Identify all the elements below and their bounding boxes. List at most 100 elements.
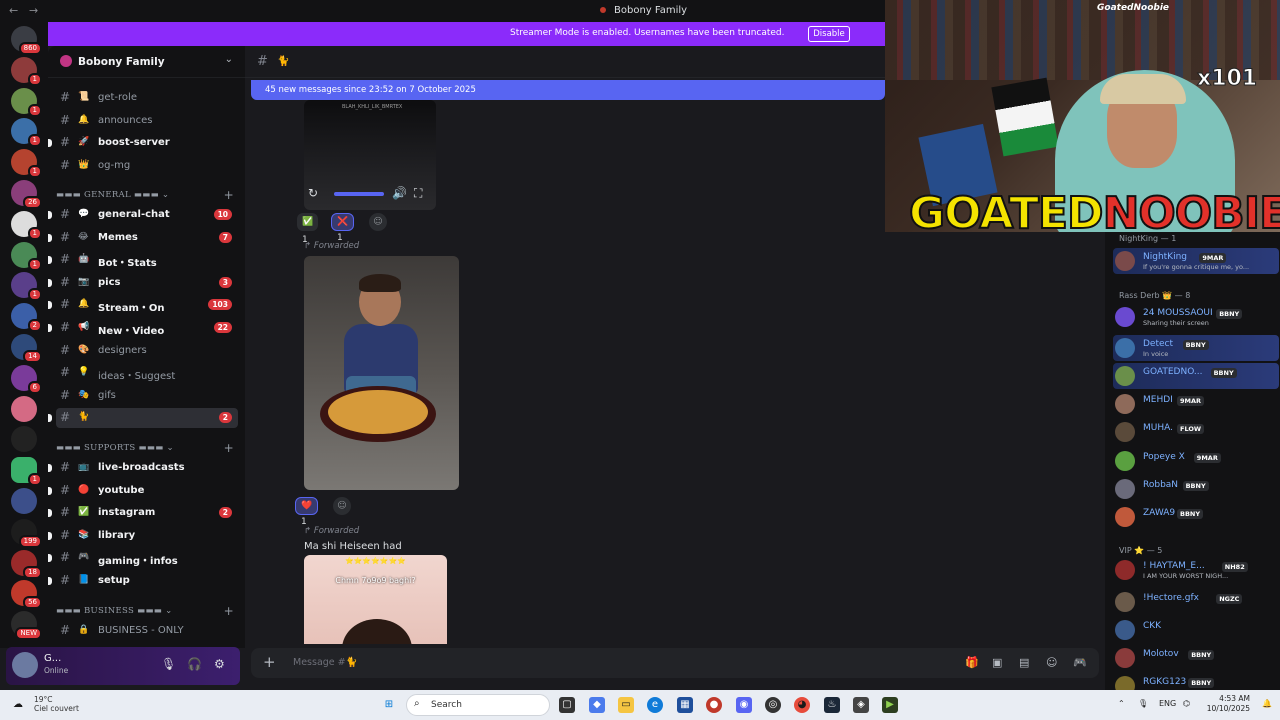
- channel-item[interactable]: # 😂 Memes 7: [48, 228, 238, 248]
- channel-item[interactable]: # 📘 setup: [48, 571, 238, 591]
- microphone-tray-icon[interactable]: 🎙: [1138, 699, 1148, 708]
- channel-item[interactable]: # 💬 general-chat 10: [48, 205, 238, 225]
- server-icon[interactable]: [11, 426, 37, 453]
- discord-icon[interactable]: ◉: [736, 697, 752, 713]
- member-item[interactable]: 24 MOUSSAOUI BBNY Sharing their screen: [1113, 304, 1279, 330]
- chrome-icon[interactable]: ◕: [794, 697, 810, 713]
- server-icon[interactable]: 860: [11, 26, 42, 55]
- message-composer[interactable]: + Message #🐈 🎁 ▣ ▤ ☺ 🎮: [251, 648, 1099, 678]
- taskbar-search[interactable]: ⌕ Search: [406, 694, 550, 716]
- channel-item[interactable]: # 🔔 announces: [56, 111, 238, 131]
- member-item[interactable]: ZAWA9 BBNY: [1113, 504, 1279, 530]
- add-channel-icon[interactable]: +: [224, 188, 234, 202]
- video-player[interactable]: BLAH_KHLI_LIK_BMRTEX ↻ 🔊 ⛶: [304, 100, 436, 210]
- channel-item[interactable]: # 📢 New・Video 22: [48, 318, 238, 338]
- channel-item[interactable]: # 💡 ideas・Suggest: [56, 363, 238, 383]
- task-view-icon[interactable]: ▢: [559, 697, 575, 713]
- app-icon[interactable]: ◈: [853, 697, 869, 713]
- apps-icon[interactable]: 🎮: [1073, 656, 1087, 669]
- member-item[interactable]: NightKing 9MAR If you're gonna critique me…: [1113, 248, 1279, 274]
- server-icon[interactable]: 1: [11, 457, 42, 487]
- category-header[interactable]: ▬▬▬ GENERAL ▬▬▬ ⌄ +: [56, 188, 238, 204]
- terminal-icon[interactable]: ▶: [882, 697, 898, 713]
- chevron-down-icon[interactable]: ⌄: [225, 54, 233, 65]
- steam-icon[interactable]: ♨: [824, 697, 840, 713]
- member-item[interactable]: Molotov BBNY: [1113, 645, 1279, 671]
- server-icon[interactable]: 56: [11, 580, 42, 610]
- channel-item[interactable]: # 📺 live-broadcasts: [48, 458, 238, 478]
- server-icon[interactable]: 1: [11, 87, 42, 117]
- replay-icon[interactable]: ↻: [308, 186, 318, 200]
- gear-icon[interactable]: ⚙: [214, 657, 225, 671]
- server-header[interactable]: Bobony Family ⌄: [48, 46, 245, 78]
- channel-item[interactable]: # 🔒 BUSINESS - ONLY: [56, 621, 238, 641]
- gift-icon[interactable]: 🎁: [965, 656, 979, 669]
- server-icon[interactable]: 1: [11, 149, 42, 179]
- add-reaction-icon[interactable]: ☺: [369, 213, 387, 231]
- store-icon[interactable]: ▦: [677, 697, 693, 713]
- reaction-check[interactable]: ✅ 1: [297, 213, 319, 245]
- tray-chevron-icon[interactable]: ⌃: [1118, 699, 1125, 708]
- member-item[interactable]: ! HAYTAM_E... NH82 I AM YOUR WORST NIGH...: [1113, 557, 1279, 583]
- server-icon[interactable]: 1: [11, 241, 42, 271]
- server-icon[interactable]: 26: [11, 180, 42, 209]
- add-reaction-icon[interactable]: ☺: [333, 497, 351, 515]
- channel-item[interactable]: # 🐈 2: [48, 408, 238, 429]
- channel-item[interactable]: # ✅ instagram 2: [48, 503, 238, 523]
- reaction-heart[interactable]: ❤️ 1: [295, 497, 319, 527]
- edge-icon[interactable]: e: [647, 697, 663, 713]
- server-icon[interactable]: 2: [11, 303, 42, 333]
- channel-item[interactable]: # 📷 pics 3: [48, 273, 238, 293]
- new-messages-bar[interactable]: 45 new messages since 23:52 on 7 October…: [251, 80, 885, 100]
- channel-item[interactable]: # 🚀 boost-server: [48, 133, 238, 153]
- message-input[interactable]: Message #🐈: [293, 657, 357, 668]
- server-icon[interactable]: 1: [11, 118, 42, 148]
- channel-item[interactable]: # 🤖 Bot・Stats: [48, 250, 238, 270]
- weather-icon[interactable]: ☁: [10, 697, 26, 713]
- headphones-icon[interactable]: 🎧: [187, 657, 202, 671]
- server-icon[interactable]: 1: [11, 210, 42, 240]
- server-icon[interactable]: [11, 395, 37, 422]
- copilot-icon[interactable]: ◆: [589, 697, 605, 713]
- member-item[interactable]: !Hectore.gfx NGZC: [1113, 589, 1279, 615]
- server-icon[interactable]: 199: [11, 518, 42, 548]
- server-icon[interactable]: 1: [11, 56, 42, 86]
- channel-item[interactable]: # 🔔 Stream・On 103: [48, 295, 238, 315]
- emoji-icon[interactable]: ☺: [1046, 656, 1057, 669]
- category-header[interactable]: ▬▬▬ BUSINESS ▬▬▬ ⌄ +: [56, 604, 238, 620]
- reaction-cross[interactable]: ❌ 1: [331, 213, 355, 243]
- member-item[interactable]: MEHDI 9MAR: [1113, 391, 1279, 417]
- server-icon[interactable]: NEW: [11, 611, 42, 641]
- forward-arrow-icon[interactable]: →: [29, 4, 38, 17]
- member-item[interactable]: Popeye X 9MAR: [1113, 448, 1279, 474]
- gif-icon[interactable]: ▣: [992, 656, 1002, 669]
- language-indicator[interactable]: ENG: [1159, 699, 1176, 708]
- sticker-icon[interactable]: ▤: [1019, 656, 1029, 669]
- volume-icon[interactable]: 🔊: [392, 186, 407, 200]
- channel-item[interactable]: # 📜 get-role: [56, 88, 238, 108]
- username[interactable]: G...: [44, 653, 61, 664]
- channel-item[interactable]: # 🎮 gaming・infos: [48, 548, 238, 568]
- member-item[interactable]: CKK: [1113, 617, 1279, 643]
- forwarded-image[interactable]: [304, 256, 459, 490]
- server-icon[interactable]: 14: [11, 334, 42, 363]
- fullscreen-icon[interactable]: ⛶: [414, 186, 422, 201]
- server-icon[interactable]: 18: [11, 549, 42, 579]
- weather-widget[interactable]: 19°C Ciel couvert: [34, 695, 79, 713]
- channel-item[interactable]: # 🎨 designers: [56, 341, 238, 361]
- notification-icon[interactable]: 🔔: [1262, 699, 1272, 708]
- back-arrow-icon[interactable]: ←: [9, 4, 18, 17]
- clock[interactable]: 4:53 AM 10/10/2025: [1198, 694, 1250, 714]
- channel-item[interactable]: # 👑 og-mg: [56, 156, 238, 176]
- member-item[interactable]: Detect BBNY In voice: [1113, 335, 1279, 361]
- microphone-icon[interactable]: 🎙: [161, 657, 176, 671]
- channel-item[interactable]: # 🔴 youtube: [48, 481, 238, 501]
- channel-item[interactable]: # 🎭 gifs: [56, 386, 238, 406]
- server-icon[interactable]: 1: [11, 272, 42, 302]
- file-explorer-icon[interactable]: ▭: [618, 697, 634, 713]
- add-attachment-icon[interactable]: +: [263, 653, 276, 671]
- member-item[interactable]: GOATEDNO... BBNY: [1113, 363, 1279, 389]
- add-channel-icon[interactable]: +: [224, 604, 234, 618]
- server-icon[interactable]: 6: [11, 364, 42, 394]
- forwarded-meme-image[interactable]: ⭐⭐⭐⭐⭐⭐⭐ Chmn 7o9o9 baghi?: [304, 555, 447, 644]
